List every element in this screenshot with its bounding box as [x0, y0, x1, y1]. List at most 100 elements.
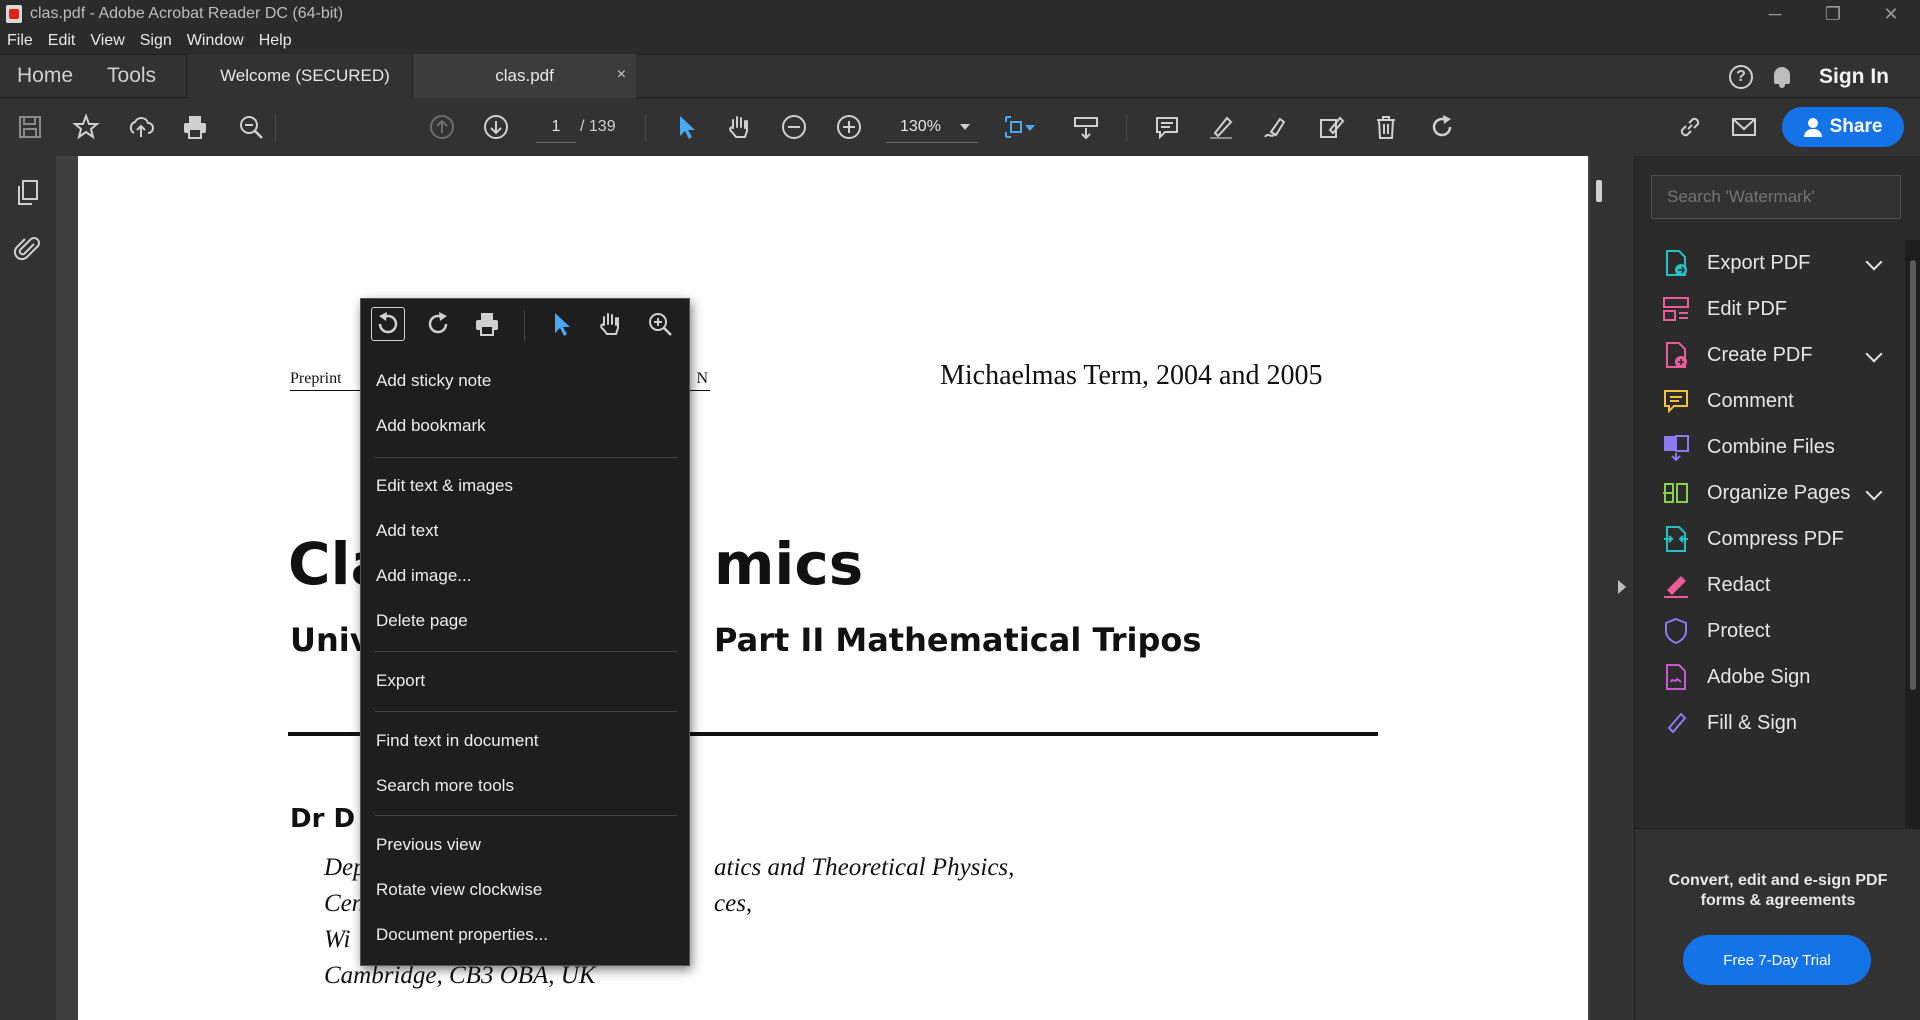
document-title-right: mics [714, 530, 864, 598]
menu-search-more-tools[interactable]: Search more tools [376, 776, 514, 796]
menu-edit-text-images[interactable]: Edit text & images [376, 476, 513, 496]
sign-pen-icon[interactable] [1260, 111, 1292, 143]
comment-icon[interactable] [1151, 111, 1183, 143]
email-icon[interactable] [1728, 111, 1760, 143]
tools-search-input[interactable] [1651, 175, 1901, 219]
close-window-button[interactable]: ✕ [1862, 0, 1920, 28]
close-tab-icon[interactable]: × [617, 66, 626, 84]
menu-previous-view[interactable]: Previous view [376, 835, 481, 855]
title-bar: clas.pdf - Adobe Acrobat Reader DC (64-b… [0, 0, 1920, 28]
menu-delete-page[interactable]: Delete page [376, 611, 468, 631]
menu-find-text[interactable]: Find text in document [376, 731, 539, 751]
page-thumbnails-icon[interactable] [13, 178, 43, 208]
navigation-pane [0, 156, 56, 1020]
tool-label: Adobe Sign [1707, 666, 1811, 688]
affiliation-line-2-right: ces, [714, 890, 753, 917]
highlight-pen-icon[interactable] [1205, 111, 1237, 143]
attachments-paperclip-icon[interactable] [13, 234, 43, 264]
sign-in-button[interactable]: Sign In [1819, 65, 1889, 89]
share-link-icon[interactable] [1674, 111, 1706, 143]
bookmark-star-icon[interactable] [70, 111, 102, 143]
menu-document-properties[interactable]: Document properties... [376, 925, 548, 945]
chevron-down-icon[interactable] [1865, 253, 1883, 271]
notification-bell-icon[interactable] [1771, 65, 1793, 89]
next-page-icon[interactable] [480, 111, 512, 143]
chevron-down-icon[interactable] [1865, 345, 1883, 363]
menu-add-bookmark[interactable]: Add bookmark [376, 416, 486, 436]
menu-add-sticky-note[interactable]: Add sticky note [376, 371, 491, 391]
tool-edit-pdf[interactable]: Edit PDF [1635, 286, 1905, 332]
context-menu: Add sticky note Add bookmark Edit text &… [360, 298, 690, 966]
tools-scrollbar[interactable] [1905, 240, 1920, 828]
help-icon[interactable]: ? [1729, 65, 1753, 89]
toolbar-separator [275, 115, 276, 141]
menu-add-text[interactable]: Add text [376, 521, 438, 541]
hand-tool-icon[interactable] [593, 307, 627, 341]
create-pdf-icon [1666, 342, 1687, 368]
free-trial-button[interactable]: Free 7-Day Trial [1683, 935, 1871, 985]
tab-clas-pdf[interactable]: clas.pdf × [412, 54, 637, 98]
tool-redact[interactable]: Redact [1635, 562, 1905, 608]
tool-create-pdf[interactable]: Create PDF [1635, 332, 1905, 378]
tab-home[interactable]: Home [0, 54, 90, 98]
menu-separator [375, 711, 677, 712]
zoom-out-icon[interactable] [778, 111, 810, 143]
preprint-text: Preprint [290, 370, 342, 387]
edit-pdf-icon[interactable] [1315, 111, 1347, 143]
menu-view[interactable]: View [90, 32, 124, 50]
hand-tool-icon[interactable] [723, 111, 755, 143]
tool-protect[interactable]: Protect [1635, 608, 1905, 654]
redact-marker-icon [1664, 576, 1688, 598]
share-button[interactable]: Share [1782, 107, 1904, 147]
tool-export-pdf[interactable]: Export PDF [1635, 240, 1905, 286]
tab-welcome[interactable]: Welcome (SECURED) [186, 54, 413, 98]
page-fit-chevron-icon[interactable] [1022, 111, 1038, 143]
collapse-right-pane-icon[interactable] [1618, 580, 1626, 594]
tool-comment[interactable]: Comment [1635, 378, 1905, 424]
document-view[interactable]: Preprint N Michaelmas Term, 2004 and 200… [56, 156, 1590, 1020]
tool-combine-files[interactable]: Combine Files [1635, 424, 1905, 470]
rotate-clockwise-icon[interactable] [1426, 111, 1458, 143]
menu-window[interactable]: Window [187, 32, 244, 50]
scrolling-mode-icon[interactable] [1070, 111, 1102, 143]
affiliation-line-2-left: Cen [324, 890, 365, 917]
tools-scrollbar-thumb[interactable] [1910, 260, 1916, 690]
marquee-zoom-icon[interactable] [643, 307, 677, 341]
select-cursor-icon[interactable] [670, 111, 702, 143]
rotate-clockwise-icon[interactable] [421, 307, 455, 341]
menu-edit[interactable]: Edit [48, 32, 76, 50]
tool-organize-pages[interactable]: Organize Pages [1635, 470, 1905, 516]
menu-rotate-view-clockwise[interactable]: Rotate view clockwise [376, 880, 542, 900]
page-number-input[interactable]: 1 [536, 111, 576, 143]
restore-button[interactable]: ❐ [1804, 0, 1862, 28]
previous-page-icon[interactable] [426, 111, 458, 143]
chevron-down-icon[interactable] [1865, 483, 1883, 501]
menu-sign[interactable]: Sign [140, 32, 172, 50]
pdf-page: Preprint N Michaelmas Term, 2004 and 200… [78, 156, 1588, 1020]
zoom-level-dropdown[interactable]: 130% [886, 111, 978, 143]
trash-icon[interactable] [1370, 111, 1402, 143]
tool-compress-pdf[interactable]: Compress PDF [1635, 516, 1905, 562]
document-scrollbar-thumb[interactable] [1596, 180, 1602, 202]
tab-tools[interactable]: Tools [90, 54, 186, 98]
save-icon[interactable] [14, 111, 46, 143]
print-icon[interactable] [470, 307, 504, 341]
menu-add-image[interactable]: Add image... [376, 566, 471, 586]
upload-cloud-icon[interactable] [125, 111, 157, 143]
menu-export[interactable]: Export [376, 671, 425, 691]
preprint-suffix: N [696, 370, 708, 387]
select-cursor-icon[interactable] [544, 307, 578, 341]
menu-file[interactable]: File [7, 32, 33, 50]
window-controls: ─ ❐ ✕ [1746, 0, 1920, 28]
print-icon[interactable] [179, 111, 211, 143]
minimize-button[interactable]: ─ [1746, 0, 1804, 28]
zoom-search-icon[interactable] [235, 111, 267, 143]
tool-adobe-sign[interactable]: Adobe Sign [1635, 654, 1905, 700]
rotate-counterclockwise-icon[interactable] [371, 307, 405, 341]
shield-icon [1665, 617, 1687, 645]
tool-label: Create PDF [1707, 344, 1813, 366]
zoom-in-icon[interactable] [833, 111, 865, 143]
add-person-icon [1803, 118, 1822, 137]
tool-fill-sign[interactable]: Fill & Sign [1635, 700, 1905, 746]
menu-help[interactable]: Help [259, 32, 292, 50]
